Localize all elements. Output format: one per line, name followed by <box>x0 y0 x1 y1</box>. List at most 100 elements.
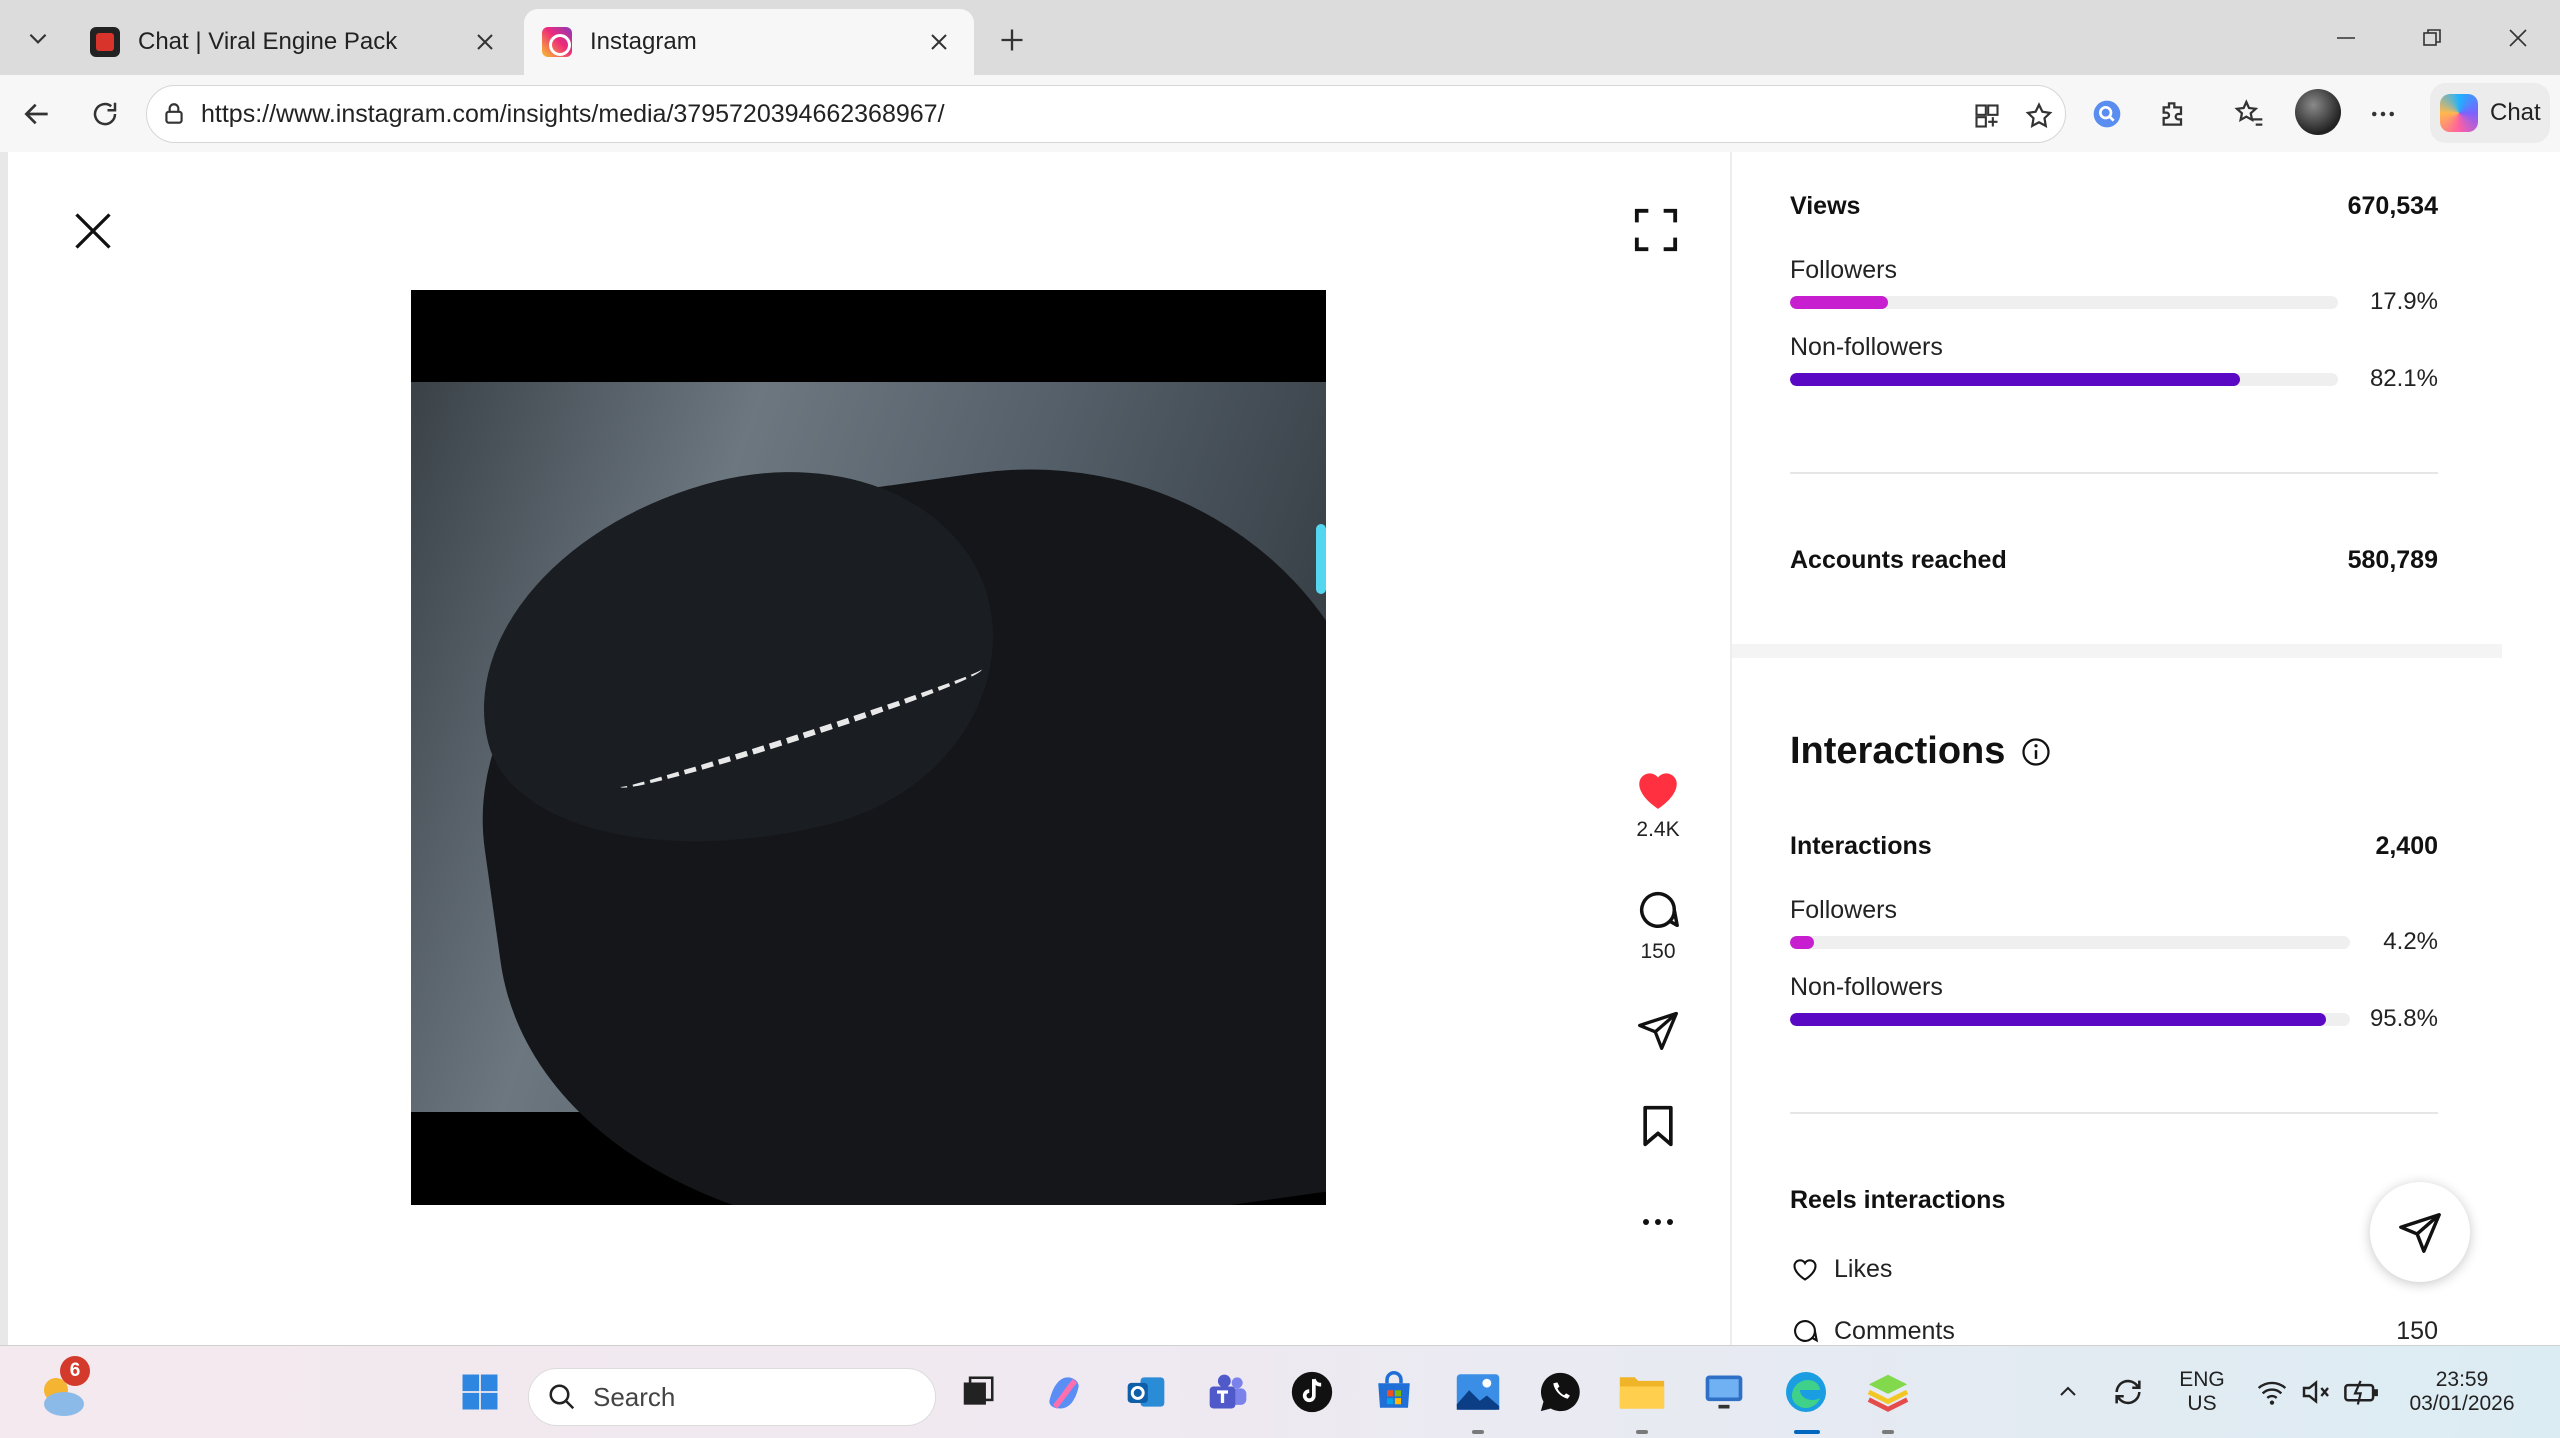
refresh-button[interactable] <box>80 89 130 139</box>
messages-fab-button[interactable] <box>2370 1182 2470 1282</box>
taskbar-search-box[interactable]: Search <box>528 1368 936 1426</box>
search-extension-button[interactable] <box>2082 89 2132 139</box>
send-icon <box>2399 1213 2441 1253</box>
interactions-nonfollowers-bar-fill <box>1790 1013 2327 1026</box>
views-followers-label: Followers <box>1790 256 1897 284</box>
profile-avatar[interactable] <box>2295 89 2341 135</box>
tab-close-button[interactable] <box>922 25 956 59</box>
teams-icon <box>1209 1374 1247 1409</box>
send-icon <box>1638 1011 1678 1050</box>
close-window-button[interactable] <box>2486 10 2550 66</box>
reel-video[interactable] <box>411 290 1326 1205</box>
divider <box>1790 1112 2438 1114</box>
bluestacks-button[interactable] <box>1860 1364 1916 1420</box>
close-icon <box>2509 29 2527 47</box>
tiktok-button[interactable] <box>1284 1364 1340 1420</box>
close-viewer-button[interactable] <box>62 200 124 262</box>
clock[interactable]: 23:59 03/01/2026 <box>2402 1368 2522 1416</box>
save-action[interactable] <box>1618 1098 1698 1154</box>
tab-viral-engine[interactable]: Chat | Viral Engine Pack <box>72 9 520 75</box>
app-available-button[interactable] <box>1965 94 2009 138</box>
windows-logo-icon <box>462 1374 498 1410</box>
file-explorer-button[interactable] <box>1614 1364 1670 1420</box>
heart-filled-icon <box>1639 773 1677 809</box>
chevron-down-icon <box>29 33 47 44</box>
copilot-chat-button[interactable]: Chat <box>2430 83 2550 143</box>
more-options-button[interactable] <box>1618 1194 1698 1250</box>
input-language[interactable]: ENG US <box>2170 1368 2234 1416</box>
whatsapp-icon <box>1540 1372 1580 1412</box>
tab-list-button[interactable] <box>10 12 66 64</box>
accounts-reached-row: Accounts reached 580,789 <box>1790 546 2438 575</box>
chat-label: Chat <box>2490 99 2541 126</box>
favorite-star-button[interactable] <box>2017 94 2061 138</box>
weather-badge: 6 <box>60 1356 90 1386</box>
fullscreen-icon <box>1634 208 1678 252</box>
volume-button[interactable] <box>2298 1374 2334 1410</box>
comments-label: Comments <box>1834 1316 1955 1345</box>
outlook-button[interactable] <box>1118 1364 1174 1420</box>
share-action[interactable] <box>1618 1002 1698 1058</box>
new-tab-button[interactable] <box>990 18 1034 62</box>
interactions-followers-pct: 4.2% <box>2383 928 2438 955</box>
favorites-button[interactable] <box>2224 89 2274 139</box>
settings-more-button[interactable] <box>2358 89 2408 139</box>
tab-instagram[interactable]: Instagram <box>524 9 974 75</box>
extensions-button[interactable] <box>2148 89 2198 139</box>
interactions-followers-bar <box>1790 936 2350 949</box>
like-action[interactable]: 2.4K <box>1618 760 1698 842</box>
photos-button[interactable] <box>1450 1364 1506 1420</box>
battery-button[interactable] <box>2344 1374 2380 1410</box>
address-bar[interactable]: https://www.instagram.com/insights/media… <box>146 85 2066 143</box>
sync-icon <box>2115 1379 2141 1405</box>
plus-icon <box>1001 29 1023 51</box>
comments-value: 150 <box>2396 1316 2438 1345</box>
copilot-icon <box>2440 94 2478 132</box>
search-placeholder: Search <box>593 1381 676 1412</box>
layers-app-icon <box>1867 1374 1909 1412</box>
interactions-label: Interactions <box>1790 832 1932 860</box>
interactions-section-title: Interactions <box>1790 730 2051 773</box>
copilot-icon <box>1049 1377 1079 1409</box>
views-followers-bar-fill <box>1790 296 1889 309</box>
comment-action[interactable]: 150 <box>1618 882 1698 964</box>
store-icon <box>1378 1371 1410 1408</box>
show-hidden-icons-button[interactable] <box>2050 1374 2086 1410</box>
arrow-left-icon <box>24 103 48 125</box>
remote-desktop-button[interactable] <box>1696 1364 1752 1420</box>
start-button[interactable] <box>452 1364 508 1420</box>
interactions-nonfollowers-label: Non-followers <box>1790 973 1943 1001</box>
battery-charging-icon <box>2344 1380 2378 1405</box>
interactions-title: Interactions <box>1790 730 2006 772</box>
insights-panel: Views 670,534 Followers 17.9% Non-follow… <box>1732 152 2560 1345</box>
info-icon <box>2022 737 2051 766</box>
wifi-button[interactable] <box>2254 1374 2290 1410</box>
tab-close-button[interactable] <box>468 25 502 59</box>
interactions-followers-bar-fill <box>1790 936 1814 949</box>
microsoft-store-button[interactable] <box>1366 1364 1422 1420</box>
restore-button[interactable] <box>2400 10 2464 66</box>
volume-muted-icon <box>2302 1380 2329 1404</box>
reels-interactions-label: Reels interactions <box>1790 1186 2006 1214</box>
likes-label: Likes <box>1834 1254 1893 1283</box>
accounts-reached-label: Accounts reached <box>1790 546 2007 574</box>
views-value: 670,534 <box>2347 192 2438 220</box>
task-view-button[interactable] <box>950 1364 1006 1420</box>
whatsapp-button[interactable] <box>1532 1364 1588 1420</box>
teams-button[interactable] <box>1200 1364 1256 1420</box>
viral-engine-favicon-icon <box>90 27 120 57</box>
copilot-app-button[interactable] <box>1036 1364 1092 1420</box>
tab-title: Instagram <box>590 28 697 55</box>
back-button[interactable] <box>12 89 62 139</box>
tab-title: Chat | Viral Engine Pack <box>138 28 398 55</box>
interactions-followers-label: Followers <box>1790 896 1897 924</box>
interactions-nonfollowers-bar <box>1790 1013 2350 1026</box>
edge-button[interactable] <box>1778 1364 1834 1420</box>
fullscreen-button[interactable] <box>1626 200 1686 260</box>
sync-button[interactable] <box>2110 1374 2146 1410</box>
divider <box>1790 472 2438 474</box>
info-button[interactable] <box>2021 737 2051 767</box>
search-icon <box>549 1384 575 1410</box>
search-extension-icon <box>2093 100 2121 128</box>
minimize-button[interactable] <box>2314 10 2378 66</box>
